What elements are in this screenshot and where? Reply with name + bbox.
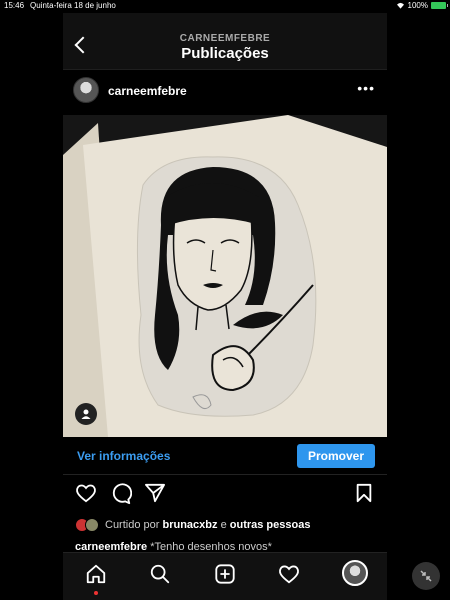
status-right: 100% [396,1,448,10]
post-image[interactable] [63,115,387,437]
view-insights-link[interactable]: Ver informações [77,449,170,463]
add-icon[interactable] [214,563,236,585]
promote-button[interactable]: Promover [297,444,375,468]
avatar [85,518,99,532]
heart-icon[interactable] [278,563,300,585]
notification-dot [94,591,98,595]
header-username: CARNEEMFEBRE [179,33,271,44]
liked-user[interactable]: brunacxbz [162,519,217,531]
search-icon[interactable] [149,563,171,585]
wifi-icon [396,2,404,9]
status-time: 15:46 [4,1,25,10]
post-actions [63,483,387,513]
likes-summary[interactable]: Curtido por brunacxbz e outras pessoas [75,517,310,533]
avatar[interactable] [73,77,99,103]
insights-row: Ver informações Promover [63,437,387,475]
share-icon[interactable] [144,483,166,503]
bottom-tab-bar [63,552,387,600]
posts-header: CARNEEMFEBRE Publicações [63,13,387,70]
post-username[interactable]: carneemfebre [108,84,187,98]
user-tag-icon[interactable] [75,403,97,425]
collapse-icon[interactable] [412,562,440,590]
battery-percent: 100% [407,1,428,10]
bookmark-icon[interactable] [355,483,373,503]
liker-avatars [75,518,99,532]
status-date: Quinta-feira 18 de junho [30,1,116,10]
page-title: Publicações [181,45,269,62]
liked-others[interactable]: outras pessoas [230,519,311,531]
liked-prefix: Curtido por [105,519,160,531]
comment-icon[interactable] [110,483,132,505]
ellipsis-icon[interactable]: ••• [357,81,375,95]
heart-icon[interactable] [75,483,97,503]
instagram-app: CARNEEMFEBRE Publicações carneemfebre ••… [63,13,387,600]
liked-and: e [220,519,227,531]
post-header: carneemfebre ••• [63,71,387,115]
status-bar: 15:46 Quinta-feira 18 de junho 100% [0,0,450,12]
battery-icon [431,2,448,9]
profile-avatar[interactable] [342,560,368,586]
sketchbook-drawing [63,115,387,437]
home-icon[interactable] [85,563,107,585]
